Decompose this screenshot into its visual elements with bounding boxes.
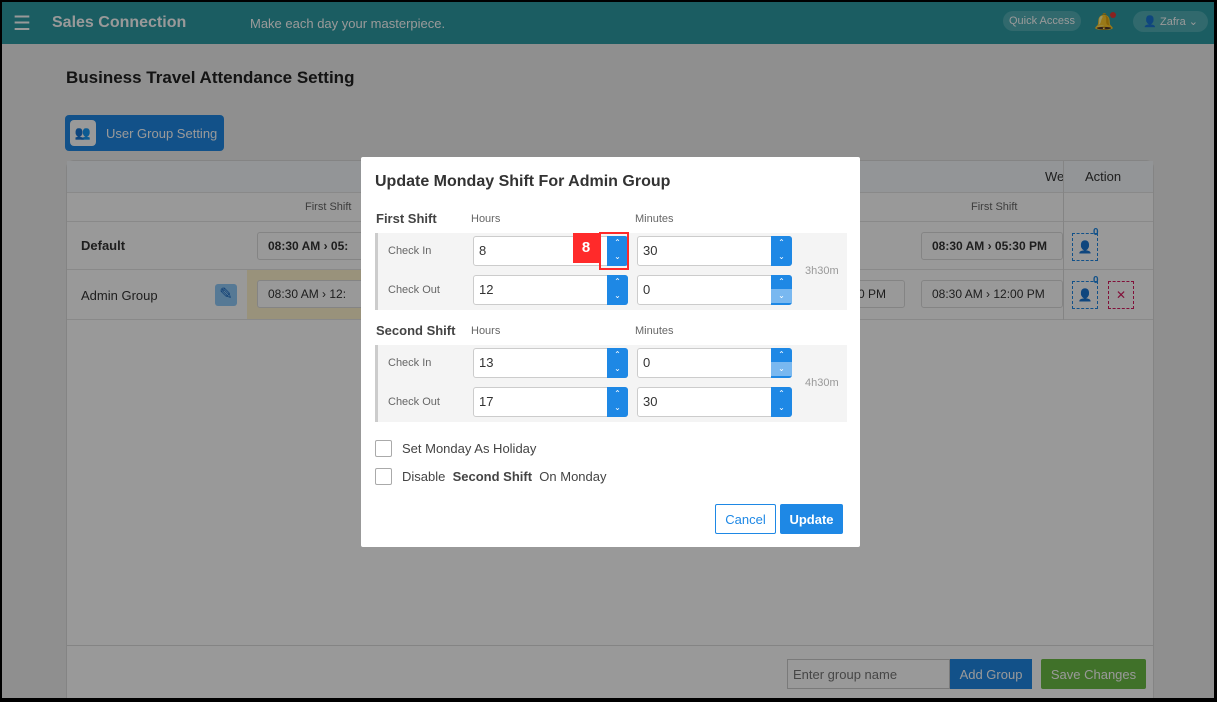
minutes-spinner[interactable]: ⌃ ⌄ [771,348,792,378]
check-in-label: Check In [388,357,432,369]
hours-spinner[interactable]: ⌃ ⌄ [607,387,628,417]
minutes-spinner[interactable]: ⌃ ⌄ [771,275,792,305]
first-check-out-minutes[interactable]: 0 ⌃ ⌄ [637,275,792,305]
chevron-down-icon: ⌄ [771,362,792,376]
first-shift-duration: 3h30m [805,265,839,277]
annotation-highlight [599,232,629,270]
checkbox-label: Set Monday As Holiday [402,441,537,456]
second-shift-label: Second Shift [376,323,456,338]
chevron-up-icon: ⌃ [778,277,785,286]
second-check-out-minutes[interactable]: 30 ⌃ ⌄ [637,387,792,417]
hours-spinner[interactable]: ⌃ ⌄ [607,348,628,378]
second-shift-group: Check In 13 ⌃ ⌄ 0 ⌃ ⌄ Check Out 17 ⌃ ⌄ 30 ⌃ ⌄ 4h… [375,345,847,422]
hours-label: Hours [471,325,501,337]
hours-label: Hours [471,213,501,225]
chevron-down-icon: ⌄ [614,364,621,373]
disable-second-shift-checkbox[interactable]: Disable Second Shift On Monday [375,468,607,485]
check-in-label: Check In [388,245,432,257]
chevron-up-icon: ⌃ [614,277,621,286]
chevron-up-icon: ⌃ [614,350,621,359]
second-check-in-hours[interactable]: 13 ⌃ ⌄ [473,348,628,378]
chevron-up-icon: ⌃ [614,389,621,398]
hours-spinner[interactable]: ⌃ ⌄ [607,275,628,305]
chevron-down-icon: ⌄ [614,403,621,412]
cancel-button[interactable]: Cancel [715,504,776,534]
minutes-label: Minutes [635,213,674,225]
second-shift-duration: 4h30m [805,377,839,389]
chevron-up-icon: ⌃ [778,350,785,359]
second-check-out-hours[interactable]: 17 ⌃ ⌄ [473,387,628,417]
update-button[interactable]: Update [780,504,843,534]
first-check-in-minutes[interactable]: 30 ⌃ ⌄ [637,236,792,266]
chevron-up-icon: ⌃ [778,238,785,247]
first-shift-label: First Shift [376,211,437,226]
annotation-marker: 8 [573,233,599,263]
check-out-label: Check Out [388,396,440,408]
holiday-checkbox[interactable]: Set Monday As Holiday [375,440,536,457]
checkbox-label: Disable Second Shift On Monday [402,469,607,484]
update-shift-dialog: Update Monday Shift For Admin Group Firs… [361,157,860,547]
check-out-label: Check Out [388,284,440,296]
minutes-label: Minutes [635,325,674,337]
first-check-out-hours[interactable]: 12 ⌃ ⌄ [473,275,628,305]
minutes-spinner[interactable]: ⌃ ⌄ [771,236,792,266]
chevron-up-icon: ⌃ [778,389,785,398]
minutes-spinner[interactable]: ⌃ ⌄ [771,387,792,417]
chevron-down-icon: ⌄ [614,291,621,300]
dialog-title: Update Monday Shift For Admin Group [375,173,671,190]
second-check-in-minutes[interactable]: 0 ⌃ ⌄ [637,348,792,378]
chevron-down-icon: ⌄ [778,252,785,261]
chevron-down-icon: ⌄ [771,289,792,303]
chevron-down-icon: ⌄ [778,403,785,412]
